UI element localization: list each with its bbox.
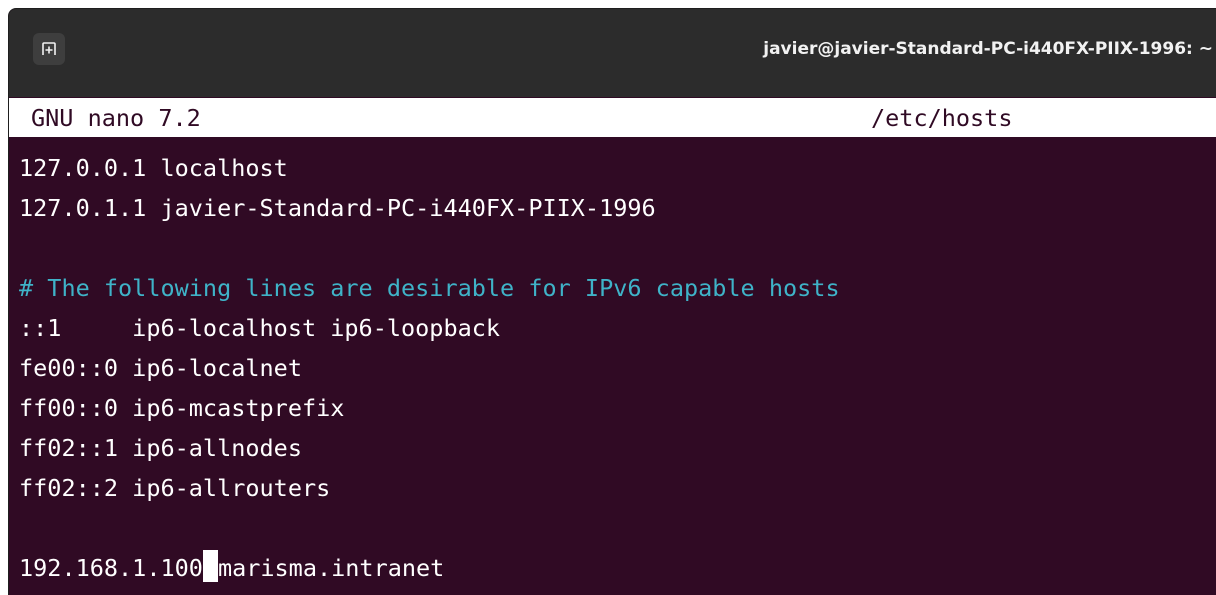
nano-filename: /etc/hosts <box>871 104 1013 132</box>
file-line-comment[interactable]: # The following lines are desirable for … <box>19 268 840 308</box>
file-line[interactable]: ff02::1 ip6-allnodes <box>19 428 302 468</box>
file-line[interactable]: ff00::0 ip6-mcastprefix <box>19 388 344 428</box>
window-title: javier@javier-Standard-PC-i440FX-PIIX-19… <box>763 39 1213 59</box>
file-line[interactable]: 127.0.0.1 localhost <box>19 148 288 188</box>
file-line[interactable]: 127.0.1.1 javier-Standard-PC-i440FX-PIIX… <box>19 188 656 228</box>
file-line[interactable]: fe00::0 ip6-localnet <box>19 348 302 388</box>
new-tab-button[interactable] <box>33 33 65 65</box>
text-cursor <box>202 550 218 582</box>
nano-version: GNU nano 7.2 <box>31 104 201 132</box>
terminal-window: javier@javier-Standard-PC-i440FX-PIIX-19… <box>8 8 1216 595</box>
nano-title-bar: GNU nano 7.2 /etc/hosts <box>9 98 1216 137</box>
new-tab-icon <box>42 42 56 55</box>
line-text-before-cursor: 192.168.1.100 <box>19 554 203 582</box>
title-bar[interactable]: javier@javier-Standard-PC-i440FX-PIIX-19… <box>9 9 1216 97</box>
terminal-area[interactable]: GNU nano 7.2 /etc/hosts 127.0.0.1 localh… <box>9 98 1216 595</box>
line-text-after-cursor: marisma.intranet <box>217 554 445 582</box>
file-line-current[interactable]: 192.168.1.100 marisma.intranet <box>19 548 444 588</box>
file-line[interactable]: ff02::2 ip6-allrouters <box>19 468 330 508</box>
file-line[interactable]: ::1 ip6-localhost ip6-loopback <box>19 308 500 348</box>
